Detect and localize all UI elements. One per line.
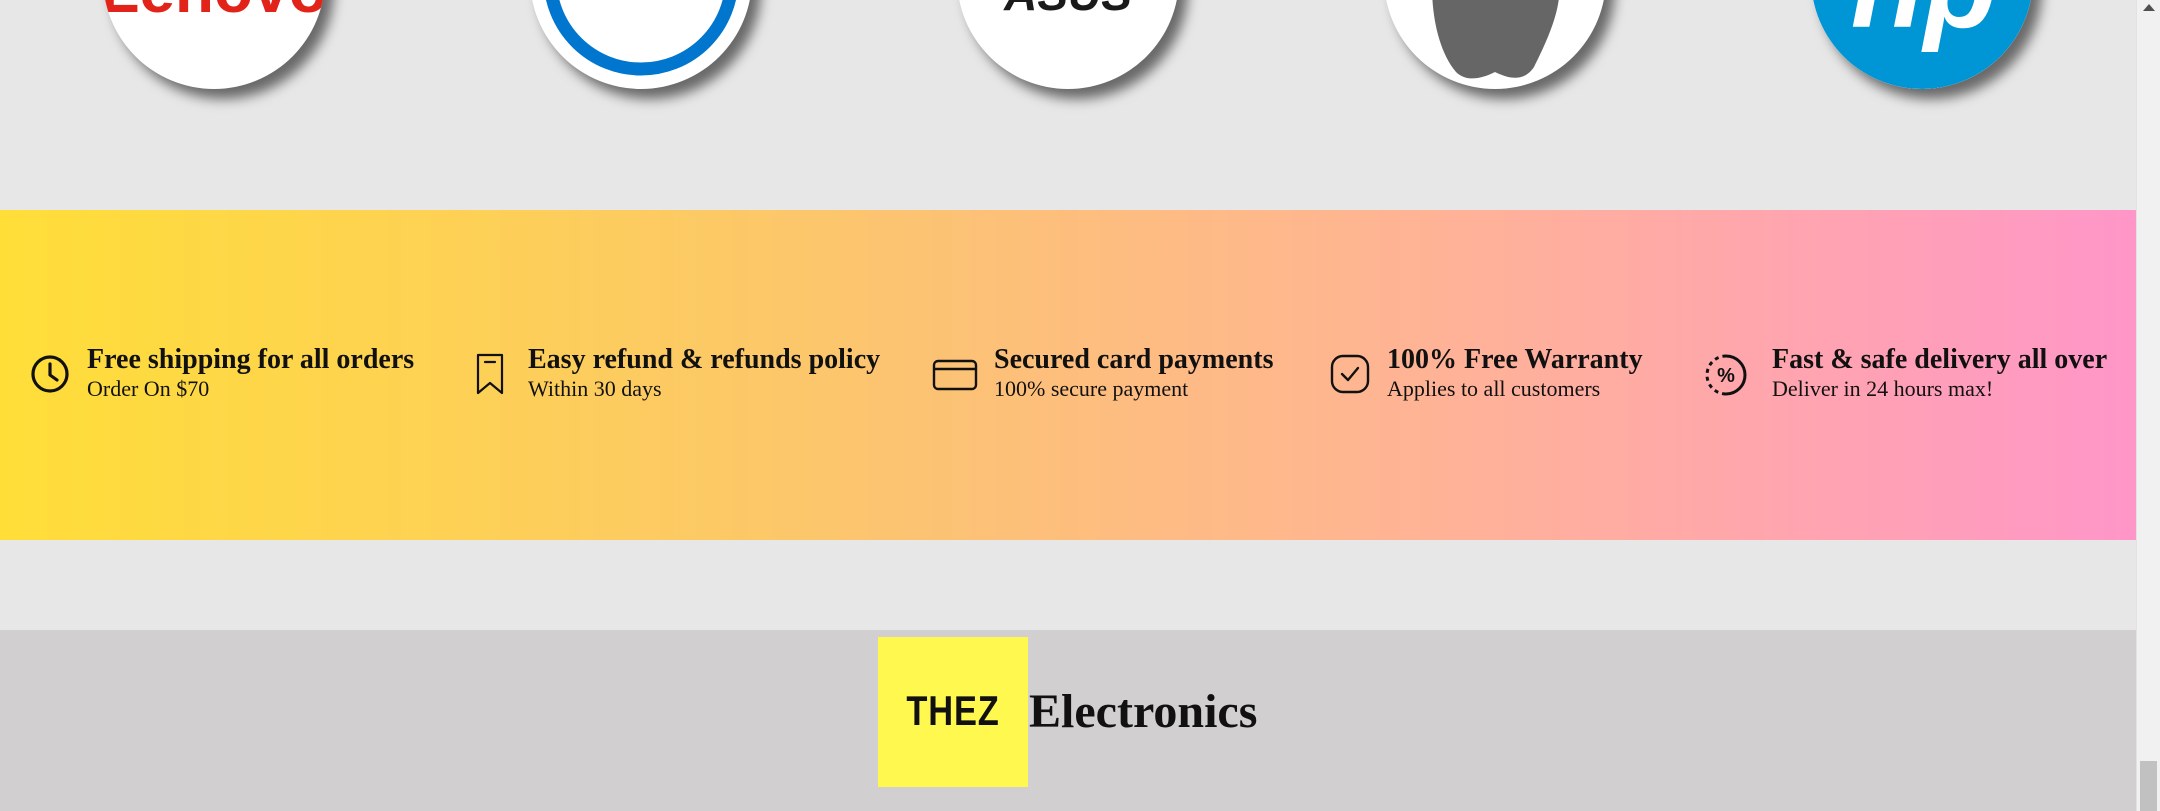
clock-icon bbox=[28, 352, 72, 396]
feature-subtitle: Applies to all customers bbox=[1387, 376, 1601, 401]
feature-subtitle: Deliver in 24 hours max! bbox=[1772, 376, 1994, 401]
feature-title: Fast & safe delivery all over bbox=[1772, 344, 2108, 375]
bookmark-icon bbox=[468, 352, 512, 396]
scrollbar-thumb[interactable] bbox=[2140, 761, 2157, 811]
brand-logos-row: Lenovo ASUS hp bbox=[0, 0, 2136, 210]
brand-dell[interactable] bbox=[530, 0, 752, 89]
scroll-up-arrow-icon[interactable] bbox=[2143, 4, 2155, 11]
dell-logo-icon bbox=[546, 0, 736, 76]
asus-logo-icon: ASUS bbox=[1003, 0, 1132, 20]
feature-subtitle: Order On $70 bbox=[87, 376, 210, 401]
apple-logo-icon bbox=[1432, 0, 1559, 79]
vertical-scrollbar[interactable] bbox=[2136, 0, 2160, 811]
feature-subtitle: Within 30 days bbox=[528, 376, 662, 401]
svg-text:ASUS: ASUS bbox=[1003, 0, 1132, 20]
footer-logo[interactable]: THEZ bbox=[878, 637, 1028, 787]
feature-title: 100% Free Warranty bbox=[1387, 344, 1643, 375]
feature-title: Secured card payments bbox=[994, 344, 1274, 375]
brand-hp[interactable]: hp bbox=[1811, 0, 2033, 89]
footer-logo-text: THEZ bbox=[906, 687, 1000, 734]
feature-title: Easy refund & refunds policy bbox=[528, 344, 881, 375]
features-banner: Free shipping for all orders Order On $7… bbox=[0, 210, 2136, 540]
percent-circle-icon: % bbox=[1703, 352, 1749, 396]
svg-text:%: % bbox=[1717, 365, 1735, 387]
feature-title: Free shipping for all orders bbox=[87, 344, 415, 375]
brand-apple[interactable] bbox=[1384, 0, 1606, 89]
footer-brand-name: Electronics bbox=[1029, 685, 1258, 738]
check-badge-icon bbox=[1328, 352, 1372, 396]
brand-asus[interactable]: ASUS bbox=[957, 0, 1179, 89]
svg-text:hp: hp bbox=[1851, 0, 1998, 53]
hp-logo-icon: hp bbox=[1813, 0, 2031, 89]
lenovo-logo-icon: Lenovo bbox=[103, 0, 325, 26]
footer: THEZ Electronics bbox=[0, 630, 2136, 811]
brand-lenovo[interactable]: Lenovo bbox=[103, 0, 325, 89]
svg-text:Lenovo: Lenovo bbox=[103, 0, 325, 26]
credit-card-icon bbox=[932, 352, 978, 396]
feature-subtitle: 100% secure payment bbox=[994, 376, 1189, 401]
